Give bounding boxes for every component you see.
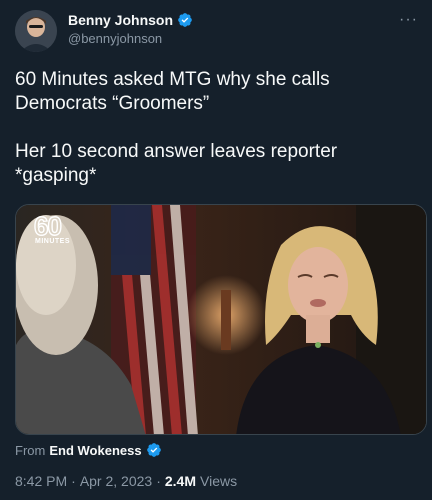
video-thumbnail: 60 MINUTES [16, 205, 426, 434]
tweet-time[interactable]: 8:42 PM [15, 473, 67, 489]
video-media[interactable]: 60 MINUTES [15, 204, 427, 435]
attribution: From End Wokeness [15, 442, 162, 458]
tweet-date[interactable]: Apr 2, 2023 [80, 473, 152, 489]
author-handle[interactable]: @bennyjohnson [68, 31, 193, 46]
separator-dot: · [156, 473, 161, 489]
author-name[interactable]: Benny Johnson [68, 12, 173, 28]
attribution-source-link[interactable]: End Wokeness [49, 443, 141, 458]
verified-badge-icon [146, 443, 161, 457]
tweet-meta: 8:42 PM · Apr 2, 2023 · 2.4M Views [15, 473, 237, 489]
attribution-prefix: From [15, 442, 46, 458]
tweet-text: 60 Minutes asked MTG why she calls Democ… [15, 68, 415, 188]
author-block[interactable]: Benny Johnson @bennyjohnson [68, 12, 193, 46]
tweet-paragraph: 60 Minutes asked MTG why she calls Democ… [15, 69, 330, 114]
tweet-paragraph: Her 10 second answer leaves reporter *ga… [15, 141, 338, 186]
more-options-button[interactable]: ··· [399, 12, 418, 28]
avatar-image [15, 10, 57, 52]
logo-number: 60 [34, 211, 61, 241]
logo-word: MINUTES [35, 238, 70, 245]
views-label: Views [200, 473, 238, 489]
views-count: 2.4M [164, 473, 196, 489]
avatar[interactable] [15, 10, 57, 52]
verified-badge-icon [178, 13, 192, 27]
separator-dot: · [71, 473, 76, 489]
